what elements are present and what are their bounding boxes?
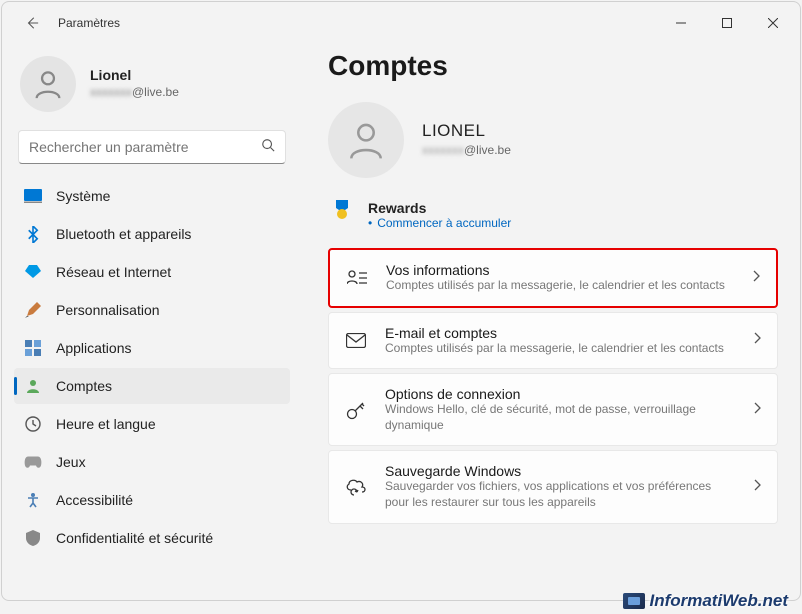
search-box[interactable] [18,130,286,164]
settings-window: Paramètres Lionel xxxxxxx@liv [1,1,801,601]
user-email-suffix: @live.be [132,85,179,99]
search-icon [261,138,275,157]
rewards-title: Rewards [368,200,511,216]
watermark-text: InformatiWeb.net [649,591,788,611]
sidebar-item-privacy[interactable]: Confidentialité et sécurité [14,520,290,556]
chevron-right-icon [752,269,760,287]
nav-label: Bluetooth et appareils [56,226,191,242]
account-header: LIONEL xxxxxxx@live.be [328,102,778,178]
person-icon [344,118,388,162]
card-text: Options de connexion Windows Hello, clé … [385,386,735,433]
sidebar-item-accessibility[interactable]: Accessibilité [14,482,290,518]
sidebar-item-personalization[interactable]: Personnalisation [14,292,290,328]
accounts-icon [24,377,42,395]
account-name: LIONEL [422,121,511,141]
back-button[interactable] [14,5,50,41]
titlebar: Paramètres [2,2,800,44]
system-icon [24,187,42,205]
time-icon [24,415,42,433]
backup-icon [345,476,367,498]
card-text: E-mail et comptes Comptes utilisés par l… [385,325,735,357]
card-sub: Sauvegarder vos fichiers, vos applicatio… [385,479,735,510]
key-icon [345,399,367,421]
card-sub: Windows Hello, clé de sécurité, mot de p… [385,402,735,433]
card-text: Vos informations Comptes utilisés par la… [386,262,734,294]
close-icon [768,18,778,28]
card-sub: Comptes utilisés par la messagerie, le c… [386,278,734,294]
window-controls [658,7,796,39]
card-your-info[interactable]: Vos informations Comptes utilisés par la… [328,248,778,308]
card-title: E-mail et comptes [385,325,735,341]
app-title: Paramètres [58,16,120,30]
sidebar-item-network[interactable]: Réseau et Internet [14,254,290,290]
bluetooth-icon [24,225,42,243]
rewards-text: Rewards Commencer à accumuler [368,200,511,230]
card-text: Sauvegarde Windows Sauvegarder vos fichi… [385,463,735,510]
nav-label: Heure et langue [56,416,156,432]
person-icon [31,67,65,101]
nav-label: Applications [56,340,132,356]
arrow-left-icon [25,16,39,30]
user-name: Lionel [90,67,179,83]
nav-label: Comptes [56,378,112,394]
nav-list: Système Bluetooth et appareils Réseau et… [14,178,290,556]
card-title: Options de connexion [385,386,735,402]
window-body: Lionel xxxxxxx@live.be Système [2,44,800,600]
card-signin-options[interactable]: Options de connexion Windows Hello, clé … [328,373,778,446]
apps-icon [24,339,42,357]
close-button[interactable] [750,7,796,39]
sidebar-item-accounts[interactable]: Comptes [14,368,290,404]
sidebar-item-system[interactable]: Système [14,178,290,214]
privacy-icon [24,529,42,547]
account-email-suffix: @live.be [464,143,511,157]
sidebar-item-gaming[interactable]: Jeux [14,444,290,480]
sidebar-item-bluetooth[interactable]: Bluetooth et appareils [14,216,290,252]
chevron-right-icon [753,478,761,496]
nav-label: Jeux [56,454,86,470]
network-icon [24,263,42,281]
settings-list: Vos informations Comptes utilisés par la… [328,248,778,524]
sidebar-item-apps[interactable]: Applications [14,330,290,366]
card-sub: Comptes utilisés par la messagerie, le c… [385,341,735,357]
nav-label: Confidentialité et sécurité [56,530,213,546]
watermark: InformatiWeb.net [623,591,788,611]
accessibility-icon [24,491,42,509]
watermark-icon [623,593,645,609]
maximize-icon [722,18,732,28]
main-content: Comptes LIONEL xxxxxxx@live.be Rewards [302,44,800,600]
card-title: Vos informations [386,262,734,278]
account-info: LIONEL xxxxxxx@live.be [422,121,511,159]
card-email-accounts[interactable]: E-mail et comptes Comptes utilisés par l… [328,312,778,370]
sidebar: Lionel xxxxxxx@live.be Système [2,44,302,600]
account-email-blur: xxxxxxx [422,143,464,157]
user-email-blur: xxxxxxx [90,85,132,99]
maximize-button[interactable] [704,7,750,39]
personalization-icon [24,301,42,319]
card-title: Sauvegarde Windows [385,463,735,479]
account-email-line: xxxxxxx@live.be [422,141,511,159]
rewards-icon [332,200,352,224]
sidebar-item-time[interactable]: Heure et langue [14,406,290,442]
chevron-right-icon [753,331,761,349]
card-windows-backup[interactable]: Sauvegarde Windows Sauvegarder vos fichi… [328,450,778,523]
page-title: Comptes [328,50,778,82]
avatar [20,56,76,112]
minimize-icon [676,18,686,28]
search-input[interactable] [29,139,261,155]
nav-label: Accessibilité [56,492,133,508]
user-info: Lionel xxxxxxx@live.be [90,67,179,101]
user-profile-block[interactable]: Lionel xxxxxxx@live.be [14,50,290,126]
minimize-button[interactable] [658,7,704,39]
rewards-block[interactable]: Rewards Commencer à accumuler [328,200,778,230]
your-info-icon [346,267,368,289]
chevron-right-icon [753,401,761,419]
gaming-icon [24,453,42,471]
nav-label: Réseau et Internet [56,264,171,280]
nav-label: Personnalisation [56,302,160,318]
account-avatar [328,102,404,178]
rewards-sub: Commencer à accumuler [368,216,511,230]
nav-label: Système [56,188,110,204]
email-icon [345,329,367,351]
user-email-line: xxxxxxx@live.be [90,83,179,101]
